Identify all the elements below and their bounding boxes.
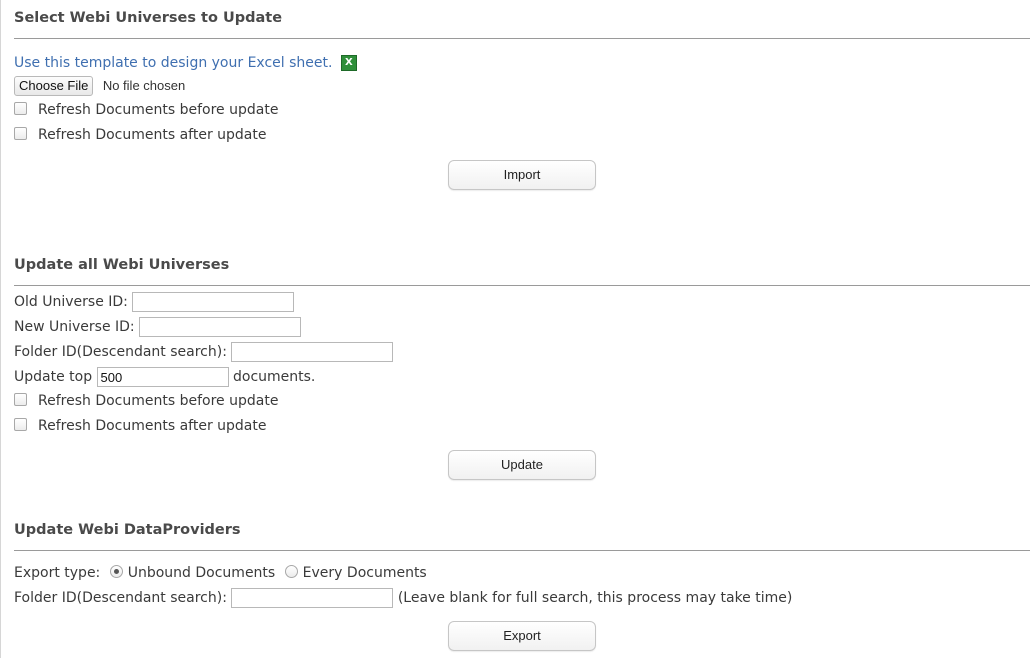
refresh-before-checkbox[interactable]: [14, 393, 27, 406]
section-title: Update all Webi Universes: [14, 257, 230, 273]
file-picker: Choose File No file chosen: [14, 76, 185, 96]
folder-id-label: Folder ID(Descendant search):: [14, 590, 227, 606]
refresh-after-checkbox[interactable]: [14, 127, 27, 140]
template-link[interactable]: Use this template to design your Excel s…: [14, 55, 332, 71]
file-status-text: No file chosen: [102, 78, 186, 93]
export-folder-row: Folder ID(Descendant search): (Leave bla…: [14, 588, 792, 608]
refresh-before-row: Refresh Documents before update: [7, 101, 278, 119]
export-folder-input[interactable]: [231, 588, 394, 608]
import-button[interactable]: Import: [448, 160, 596, 190]
update-top-input[interactable]: 500: [96, 367, 229, 387]
unbound-documents-radio[interactable]: [109, 565, 123, 578]
choose-file-button[interactable]: Choose File: [14, 76, 94, 96]
section-title: Update Webi DataProviders: [14, 522, 241, 538]
every-documents-label: Every Documents: [302, 565, 427, 581]
section-divider: [14, 550, 1030, 551]
section-divider: [14, 38, 1030, 39]
excel-icon[interactable]: X: [340, 55, 357, 71]
folder-id-row: Folder ID(Descendant search):: [14, 342, 394, 362]
documents-label: documents.: [233, 369, 316, 385]
old-universe-row: Old Universe ID:: [14, 292, 295, 312]
refresh-before-label: Refresh Documents before update: [38, 393, 279, 409]
update-universes-section: Update all Webi Universes Old Universe I…: [14, 254, 1030, 434]
folder-id-label: Folder ID(Descendant search):: [14, 344, 227, 360]
refresh-after-label: Refresh Documents after update: [38, 127, 267, 143]
refresh-before-checkbox[interactable]: [14, 102, 27, 115]
refresh-before-label: Refresh Documents before update: [38, 102, 279, 118]
section-divider: [14, 285, 1030, 286]
export-type-label: Export type:: [14, 565, 101, 581]
refresh-after-row: Refresh Documents after update: [7, 417, 267, 435]
refresh-after-row: Refresh Documents after update: [7, 126, 267, 144]
new-universe-label: New Universe ID:: [14, 319, 135, 335]
old-universe-input[interactable]: [132, 292, 295, 312]
folder-hint-text: (Leave blank for full search, this proce…: [397, 590, 793, 606]
refresh-after-checkbox[interactable]: [14, 418, 27, 431]
refresh-after-label: Refresh Documents after update: [38, 418, 267, 434]
update-top-label: Update top: [14, 369, 93, 385]
left-border: [0, 0, 1, 658]
export-type-row: Export type: Unbound Documents Every Doc…: [14, 564, 427, 582]
unbound-documents-label: Unbound Documents: [127, 565, 276, 581]
every-documents-radio[interactable]: [284, 565, 298, 578]
update-button[interactable]: Update: [448, 450, 596, 480]
export-button[interactable]: Export: [448, 621, 596, 651]
old-universe-label: Old Universe ID:: [14, 294, 128, 310]
new-universe-row: New Universe ID:: [14, 317, 302, 337]
new-universe-input[interactable]: [139, 317, 302, 337]
update-top-row: Update top 500 documents.: [14, 367, 315, 387]
folder-id-input[interactable]: [231, 342, 394, 362]
update-dataproviders-section: Update Webi DataProviders Export type: U…: [14, 519, 1030, 609]
section-title: Select Webi Universes to Update: [14, 10, 283, 26]
template-row: Use this template to design your Excel s…: [14, 54, 357, 72]
refresh-before-row: Refresh Documents before update: [7, 392, 278, 410]
